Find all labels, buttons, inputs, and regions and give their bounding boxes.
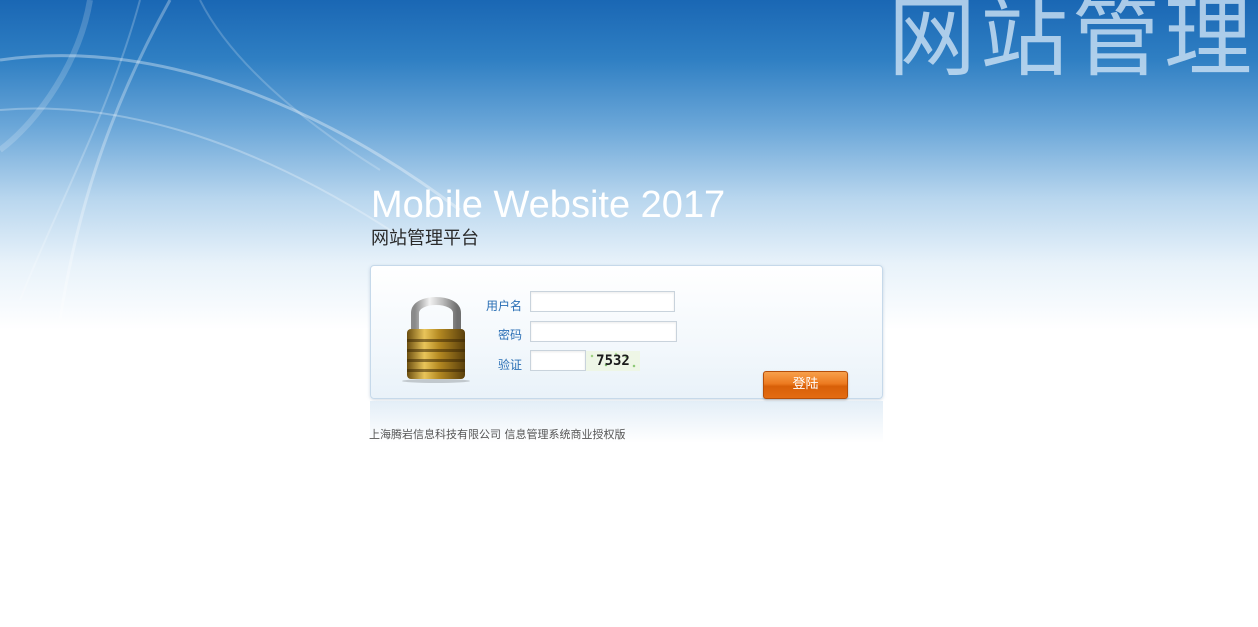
username-input[interactable] [530,291,675,312]
captcha-input[interactable] [530,350,586,371]
footer-copyright: 上海腾岩信息科技有限公司 信息管理系统商业授权版 [369,428,626,441]
login-button[interactable]: 登陆 [763,371,848,399]
site-title-cn: 网站管理平台 [371,228,479,249]
padlock-icon [402,297,470,383]
site-title-en: Mobile Website 2017 [371,184,726,226]
password-label: 密码 [497,328,522,342]
watermark-title: 网站管理 [887,0,1256,89]
captcha-image[interactable]: 7532 [586,351,640,371]
username-label: 用户名 [485,299,522,313]
login-page: 网站管理 Mobile Website 2017 网站管理平台 用户名 密码 验… [0,0,1258,627]
password-input[interactable] [530,321,677,342]
captcha-label: 验证 [497,358,522,372]
